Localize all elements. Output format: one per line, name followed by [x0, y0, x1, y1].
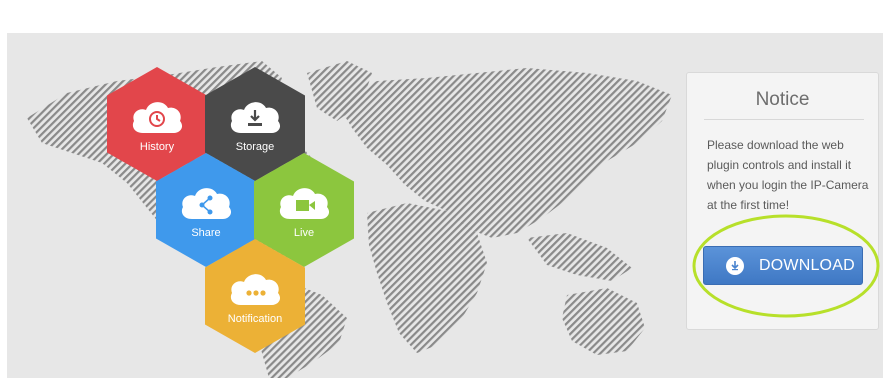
download-label: DOWNLOAD [759, 256, 855, 274]
notification-label: Notification [227, 313, 283, 325]
share-icon [181, 188, 232, 219]
download-tray-icon [230, 102, 281, 133]
history-clock-icon [132, 102, 183, 133]
share-label: Share [191, 227, 221, 239]
ellipsis-icon [230, 274, 281, 305]
top-bar [0, 0, 883, 33]
continent-australia [562, 288, 645, 355]
video-camera-icon [279, 188, 330, 219]
continent-southeast-asia [527, 233, 632, 281]
notice-panel: Notice Please download the web plugin co… [686, 72, 879, 330]
live-label: Live [293, 227, 315, 239]
download-arrow-icon [726, 256, 744, 275]
notice-divider [704, 119, 864, 120]
download-button[interactable]: DOWNLOAD [703, 246, 863, 285]
notice-title: Notice [755, 89, 810, 110]
storage-label: Storage [235, 141, 275, 153]
notice-message: Please download the web plugin controls … [707, 138, 869, 212]
history-label: History [139, 141, 175, 153]
